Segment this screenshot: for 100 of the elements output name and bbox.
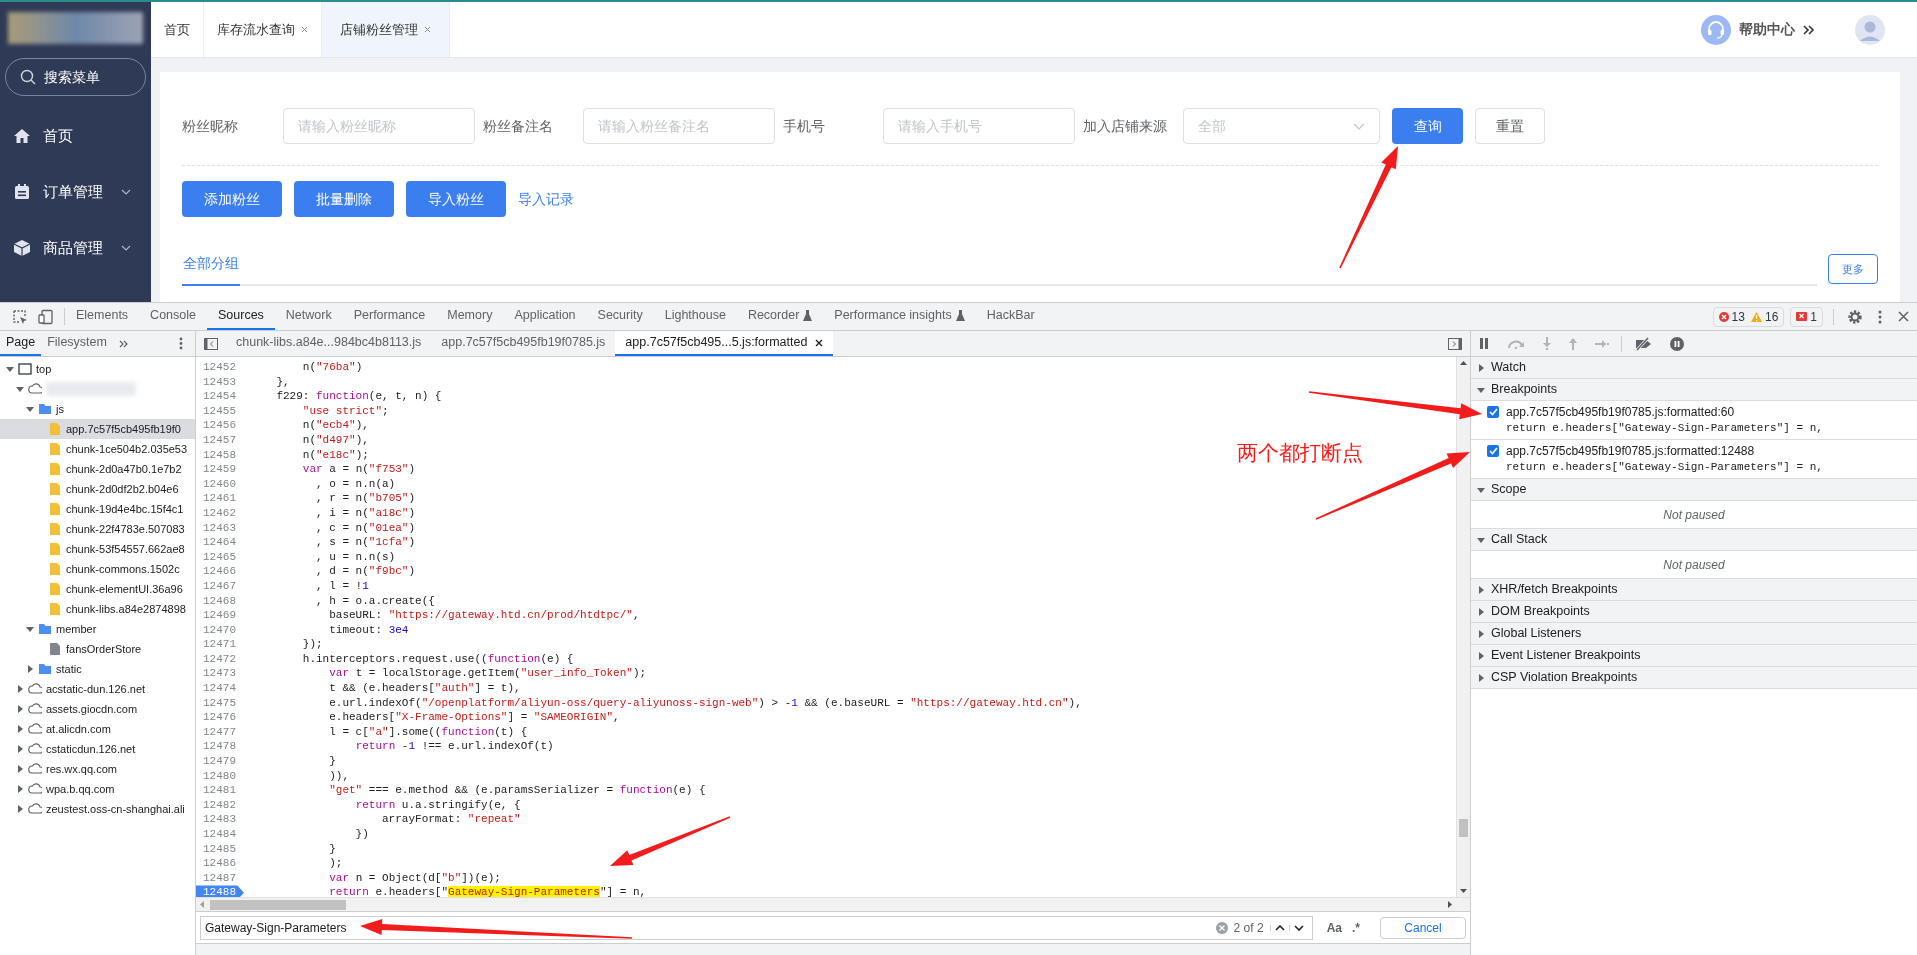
tree-item[interactable]: chunk-2d0df2b2.b04e6 [0, 479, 195, 499]
inspect-icon[interactable] [12, 308, 28, 325]
tree-item[interactable]: top [0, 359, 195, 379]
section-header[interactable]: Watch [1471, 357, 1917, 379]
tree-item[interactable]: js [0, 399, 195, 419]
pause-on-exceptions-icon[interactable] [1670, 336, 1684, 351]
section-header[interactable]: XHR/fetch Breakpoints [1471, 579, 1917, 601]
triangle-right-icon [26, 665, 34, 673]
scroll-thumb[interactable] [1459, 819, 1468, 837]
devtools-tab[interactable]: Security [586, 303, 654, 330]
sidebar-toggle-icon[interactable] [1448, 337, 1462, 350]
action-button[interactable]: 添加粉丝 [182, 181, 282, 217]
text-input[interactable]: 请输入手机号 [883, 108, 1075, 144]
console-counts-badge[interactable]: 13 16 [1712, 306, 1785, 327]
menu-item[interactable]: 商品管理 [0, 220, 151, 276]
deactivate-breakpoints-icon[interactable] [1634, 336, 1652, 351]
tree-item[interactable]: acstatic-dun.126.net [0, 679, 195, 699]
breakpoint-checkbox[interactable] [1487, 406, 1499, 418]
tree-item[interactable]: chunk-libs.a84e2874898 [0, 599, 195, 619]
devtools-tab[interactable]: HackBar [975, 303, 1046, 330]
breakpoint-location: app.7c57f5cb495fb19f0785.js:formatted:12488 [1506, 443, 1756, 459]
triangle-down-icon [16, 385, 24, 393]
tree-item[interactable]: res.wx.qq.com [0, 759, 195, 779]
search-button[interactable]: 查询 [1392, 108, 1463, 144]
breakpoint-line-number[interactable]: 12488 [196, 885, 244, 897]
devtools-tab[interactable]: Recorder [736, 303, 824, 330]
devtools-tab[interactable]: Console [139, 303, 207, 330]
vertical-scrollbar[interactable] [1456, 357, 1470, 897]
tree-item[interactable]: fansOrderStore [0, 639, 195, 659]
horizontal-scrollbar[interactable] [196, 897, 1470, 911]
more-options-icon[interactable] [1878, 309, 1882, 324]
reset-button[interactable]: 重置 [1475, 108, 1545, 144]
section-header[interactable]: DOM Breakpoints [1471, 601, 1917, 623]
section-header[interactable]: Scope [1471, 479, 1917, 501]
page-tab[interactable]: 店铺粉丝管理 [322, 2, 450, 57]
line-number: 12479 [202, 754, 237, 769]
device-icon[interactable] [38, 308, 54, 325]
action-button[interactable]: 批量删除 [294, 181, 394, 217]
editor-tab[interactable]: app.7c57f5cb495fb19f0785.js [431, 331, 616, 356]
action-button[interactable]: 导入粉丝 [406, 181, 506, 217]
breakpoint-code: return e.headers["Gateway-Sign-Parameters"] = n, [1506, 421, 1823, 436]
tree-item[interactable]: chunk-commons.1502c [0, 559, 195, 579]
navigator-tab[interactable]: Filesystem [41, 331, 113, 356]
pause-icon[interactable] [1479, 338, 1489, 349]
navigator-tab[interactable]: Page [0, 331, 42, 356]
tree-item[interactable]: chunk-1ce504b2.035e53 [0, 439, 195, 459]
menu-item[interactable]: 订单管理 [0, 164, 151, 220]
editor-tab[interactable]: app.7c57f5cb495...5.js:formatted [615, 331, 834, 356]
tree-item[interactable]: chunk-elementUI.36a96 [0, 579, 195, 599]
search-field[interactable]: Gateway-Sign-Parameters 2 of 2 [200, 915, 1313, 940]
tree-item[interactable]: member [0, 619, 195, 639]
breakpoint-location: app.7c57f5cb495fb19f0785.js:formatted:60 [1506, 404, 1736, 420]
tree-item[interactable]: wpa.b.qq.com [0, 779, 195, 799]
double-chevron-icon[interactable] [118, 339, 128, 348]
tree-item[interactable]: at.alicdn.com [0, 719, 195, 739]
match-case-button[interactable]: Aa [1326, 918, 1342, 937]
text-input[interactable]: 请输入粉丝昵称 [283, 108, 475, 144]
tree-item[interactable]: static [0, 659, 195, 679]
settings-icon[interactable] [1847, 308, 1863, 325]
regex-button[interactable]: .* [1352, 918, 1360, 937]
more-options-icon[interactable] [179, 337, 183, 350]
section-header[interactable]: Global Listeners [1471, 623, 1917, 645]
devtools-tab[interactable]: Elements [65, 303, 140, 330]
tree-item[interactable]: chunk-53f54557.662ae8 [0, 539, 195, 559]
tree-item[interactable]: cstaticdun.126.net [0, 739, 195, 759]
section-header[interactable]: Breakpoints [1471, 379, 1917, 401]
breakpoint-checkbox[interactable] [1487, 445, 1499, 457]
devtools-tab[interactable]: Performance [342, 303, 437, 330]
section-header[interactable]: Event Listener Breakpoints [1471, 645, 1917, 667]
cancel-button[interactable]: Cancel [1380, 916, 1466, 939]
help-center-link[interactable]: 帮助中心 [1739, 19, 1815, 40]
page-tab[interactable]: 首页 [151, 2, 204, 57]
sidebar-toggle-icon[interactable] [204, 337, 218, 350]
devtools-tab[interactable]: Lighthouse [653, 303, 737, 330]
tree-item[interactable]: zeustest.oss-cn-shanghai.ali [0, 799, 195, 819]
search-input[interactable]: Gateway-Sign-Parameters [205, 918, 1216, 937]
cloud-icon [28, 742, 42, 756]
tree-item[interactable]: chunk-19d4e4bc.15f4c1 [0, 499, 195, 519]
group-tab[interactable]: 全部分组 [182, 253, 240, 286]
import-record-link[interactable]: 导入记录 [518, 188, 574, 210]
more-button[interactable]: 更多 [1828, 254, 1878, 284]
line-number: 12453 [202, 374, 237, 390]
tree-item[interactable]: chunk-2d0a47b0.1e7b2 [0, 459, 195, 479]
text-input[interactable]: 请输入粉丝备注名 [583, 108, 775, 144]
tree-item[interactable]: chunk-22f4783e.507083 [0, 519, 195, 539]
breakpoint-item[interactable]: app.7c57f5cb495fb19f0785.js:formatted:60 return e.headers["Gateway-Sign-Parameters"] = n, [1471, 401, 1917, 440]
devtools-tab[interactable]: Performance insights [823, 303, 976, 330]
devtools-tab[interactable]: Application [503, 303, 587, 330]
issues-badge[interactable]: 1 [1790, 306, 1823, 327]
section-header[interactable]: Call Stack [1471, 529, 1917, 551]
tree-item[interactable]: app.7c57f5cb495fb19f0 [0, 419, 195, 439]
section-header[interactable]: CSP Violation Breakpoints [1471, 667, 1917, 689]
tree-item[interactable]: assets.giocdn.com [0, 699, 195, 719]
close-icon[interactable] [1898, 311, 1909, 322]
editor-tab[interactable]: chunk-libs.a84e...984bc4b8113.js [226, 331, 432, 356]
devtools-tab[interactable]: Memory [436, 303, 504, 330]
clear-icon[interactable] [1215, 921, 1228, 934]
devtools-tab[interactable]: Network [274, 303, 343, 330]
scroll-thumb[interactable] [210, 899, 346, 910]
menu-item[interactable]: 首页 [0, 108, 151, 164]
